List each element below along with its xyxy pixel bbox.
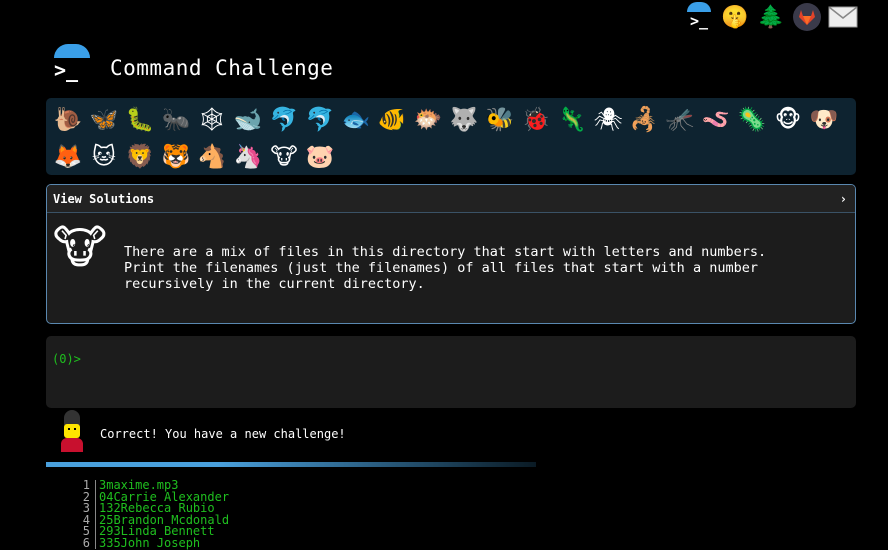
output-text: 335John Joseph [99,535,201,550]
terminal[interactable]: (0)> [46,336,856,408]
guard-icon [58,410,86,452]
chevron-right-icon: › [839,191,847,206]
output-line: 6 335John Joseph [46,535,229,550]
spider-icon[interactable]: 🕷 [590,101,626,138]
blowfish-icon[interactable]: 🐡 [410,101,446,138]
spider-web-icon[interactable]: 🕸 [194,101,230,138]
gitlab-icon[interactable] [792,2,822,32]
ant-icon[interactable]: 🐜 [158,101,194,138]
lizard-icon[interactable]: 🦎 [554,101,590,138]
ladybug-icon[interactable]: 🐞 [518,101,554,138]
wolf-icon[interactable]: 🐺 [446,101,482,138]
top-icon-bar: >_ 🤫 🌲 [684,2,858,32]
status-message: Correct! You have a new challenge! [100,427,346,441]
microbe-icon[interactable]: 🦠 [734,101,770,138]
tree-icon[interactable]: 🌲 [756,2,786,32]
shush-face-icon[interactable]: 🤫 [720,2,750,32]
mosquito-icon[interactable]: 🦟 [662,101,698,138]
lion-icon[interactable]: 🦁 [122,138,158,175]
unicorn-icon[interactable]: 🦄 [230,138,266,175]
shark-icon[interactable]: 🐬 [266,101,302,138]
whale-icon[interactable]: 🐋 [230,101,266,138]
bee-icon[interactable]: 🐝 [482,101,518,138]
command-challenge-logo: >_ [52,44,92,86]
mail-icon[interactable] [828,2,858,32]
terminal-prompt-line: (0)> [52,351,850,367]
challenge-description: There are a mix of files in this directo… [124,244,767,292]
snail-icon[interactable]: 🐌 [50,101,86,138]
challenge-panel: View Solutions › 🐮 There are a mix of fi… [46,184,856,324]
line-number: 6 [46,537,96,549]
view-solutions-label: View Solutions [53,191,155,206]
horse-icon[interactable]: 🐴 [194,138,230,175]
progress-divider [46,462,536,467]
page-header: >_ Command Challenge [52,44,333,86]
monkey-icon[interactable]: 🐵 [770,101,806,138]
cat-icon[interactable]: 🐱 [86,138,122,175]
caterpillar-icon[interactable]: 🐛 [122,101,158,138]
terminal-icon[interactable]: >_ [684,2,714,32]
scorpion-icon[interactable]: 🦂 [626,101,662,138]
command-output: 1 3maxime.mp3 2 04Carrie Alexander 3 132Rebec… [46,479,229,550]
worm-icon[interactable]: 🪱 [698,101,734,138]
cow-icon[interactable]: 🐮 [266,138,302,175]
tiger-icon[interactable]: 🐯 [158,138,194,175]
command-input[interactable] [88,351,793,367]
fish-icon[interactable]: 🐟 [338,101,374,138]
dog-icon[interactable]: 🐶 [806,101,842,138]
prompt-label: (0)> [52,352,81,366]
butterfly-icon[interactable]: 🦋 [86,101,122,138]
dolphin-icon[interactable]: 🐬 [302,101,338,138]
fox-icon[interactable]: 🦊 [50,138,86,175]
tropical-fish-icon[interactable]: 🐠 [374,101,410,138]
pig-icon[interactable]: 🐷 [302,138,338,175]
page-title: Command Challenge [110,56,334,80]
cow-avatar-icon: 🐮 [52,220,108,274]
challenge-animal-list: 🐌 🦋 🐛 🐜 🕸 🐋 🐬 🐬 🐟 🐠 🐡 🐺 🐝 🐞 🦎 🕷 🦂 🦟 🪱 🦠 🐵 🐶 🦊 🐱 🦁 🐯 🐴 🦄 🐮 🐷 [46,98,856,175]
view-solutions-toggle[interactable]: View Solutions › [47,185,855,213]
